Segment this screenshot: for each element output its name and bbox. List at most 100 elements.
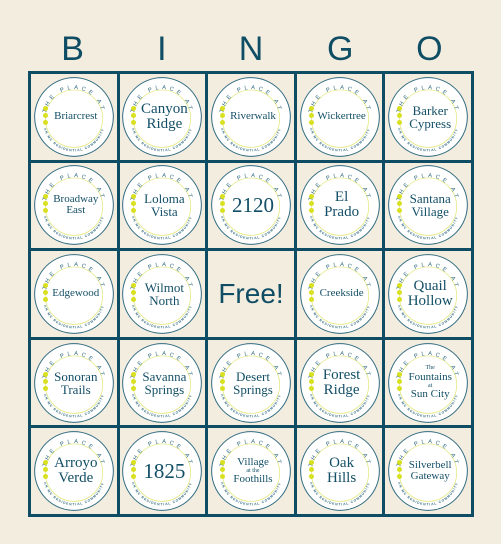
community-name: Creekside [311, 253, 373, 335]
header-letter-b: B [61, 30, 84, 68]
bingo-cell[interactable]: THE PLACE AT AN MC RESIDENTIAL COMMUNITY… [385, 74, 471, 160]
community-logo: THE PLACE AT AN MC RESIDENTIAL COMMUNITY… [299, 342, 381, 424]
community-name: Riverwalk [222, 76, 284, 158]
community-logo: THE PLACE AT AN MC RESIDENTIAL COMMUNITY… [121, 76, 203, 158]
community-name: Forest Ridge [311, 342, 373, 424]
community-name-line: Arroyo [54, 455, 98, 472]
bingo-cell[interactable]: THE PLACE AT AN MC RESIDENTIAL COMMUNITY… [385, 162, 471, 249]
community-name-line: 1825 [143, 458, 186, 483]
community-name-line: Riverwalk [230, 110, 276, 123]
community-name-line: Canyon [141, 100, 188, 117]
community-name-line: Savanna [142, 368, 187, 384]
community-name-line: Forest [322, 366, 361, 383]
community-name-line: Foothills [233, 473, 273, 486]
community-name-line: Ridge [323, 381, 360, 398]
community-name: Desert Springs [222, 342, 284, 424]
community-name-line: Barker [412, 102, 448, 118]
community-logo: THE PLACE AT AN MC RESIDENTIAL COMMUNITY… [387, 430, 469, 512]
community-logo: THE PLACE AT AN MC RESIDENTIAL COMMUNITY… [121, 253, 203, 335]
community-name: Briarcrest [45, 76, 107, 158]
bingo-cell[interactable]: THE PLACE AT AN MC RESIDENTIAL COMMUNITY… [208, 428, 294, 514]
community-name-line: Briarcrest [54, 110, 98, 123]
community-name-line: Oak [329, 455, 355, 472]
community-name: Quail Hollow [399, 253, 461, 335]
community-name: Silverbell Gateway [399, 430, 461, 512]
bingo-cell[interactable]: THE PLACE AT AN MC RESIDENTIAL COMMUNITY… [385, 339, 471, 426]
community-name-line: Prado [324, 204, 360, 221]
free-space-label: Free! [218, 277, 284, 309]
community-logo: THE PLACE AT AN MC RESIDENTIAL COMMUNITY… [387, 164, 469, 246]
community-name: Village at the Foothills [222, 430, 284, 512]
bingo-header: B I N G O [28, 28, 474, 70]
bingo-cell[interactable]: THE PLACE AT AN MC RESIDENTIAL COMMUNITY… [296, 339, 383, 426]
bingo-cell[interactable]: THE PLACE AT AN MC RESIDENTIAL COMMUNITY… [385, 251, 471, 337]
community-name: 2120 [222, 164, 284, 246]
community-name: 1825 [133, 430, 195, 512]
community-name: Wickertree [311, 76, 373, 158]
community-logo: THE PLACE AT AN MC RESIDENTIAL COMMUNITY… [210, 342, 292, 424]
community-name-line: Verde [58, 470, 94, 487]
community-name: El Prado [311, 164, 373, 246]
bingo-cell[interactable]: THE PLACE AT AN MC RESIDENTIAL COMMUNITY… [119, 74, 206, 160]
bingo-cell[interactable]: THE PLACE AT AN MC RESIDENTIAL COMMUNITY… [296, 162, 383, 249]
community-name: Santana Village [399, 164, 461, 246]
community-name-line: Hollow [407, 292, 453, 309]
community-logo: THE PLACE AT AN MC RESIDENTIAL COMMUNITY… [33, 430, 115, 512]
bingo-cell[interactable]: THE PLACE AT AN MC RESIDENTIAL COMMUNITY… [119, 339, 206, 426]
bingo-cell[interactable]: THE PLACE AT AN MC RESIDENTIAL COMMUNITY… [31, 339, 117, 426]
community-name-line: Quail [413, 277, 447, 294]
community-name: Savanna Springs [133, 342, 195, 424]
bingo-cell[interactable]: THE PLACE AT AN MC RESIDENTIAL COMMUNITY… [208, 339, 294, 426]
bingo-cell[interactable]: THE PLACE AT AN MC RESIDENTIAL COMMUNITY… [31, 428, 117, 514]
bingo-cell[interactable]: THE PLACE AT AN MC RESIDENTIAL COMMUNITY… [296, 428, 383, 514]
community-logo: THE PLACE AT AN MC RESIDENTIAL COMMUNITY… [299, 430, 381, 512]
community-name-line: Edgewood [52, 287, 100, 300]
community-name-line: North [149, 292, 180, 308]
bingo-cell[interactable]: THE PLACE AT AN MC RESIDENTIAL COMMUNITY… [296, 251, 383, 337]
community-name-line: Trails [60, 381, 91, 397]
community-name-line: Hills [327, 470, 357, 487]
community-name-line: El [334, 189, 349, 206]
bingo-cell[interactable]: THE PLACE AT AN MC RESIDENTIAL COMMUNITY… [31, 162, 117, 249]
bingo-cell[interactable]: THE PLACE AT AN MC RESIDENTIAL COMMUNITY… [119, 251, 206, 337]
community-logo: THE PLACE AT AN MC RESIDENTIAL COMMUNITY… [387, 253, 469, 335]
bingo-cell[interactable]: THE PLACE AT AN MC RESIDENTIAL COMMUNITY… [208, 162, 294, 249]
community-logo: THE PLACE AT AN MC RESIDENTIAL COMMUNITY… [387, 76, 469, 158]
community-logo: THE PLACE AT AN MC RESIDENTIAL COMMUNITY… [210, 430, 292, 512]
community-name-line: Fountains [408, 370, 452, 383]
community-name-line: Village [411, 204, 449, 220]
community-logo: THE PLACE AT AN MC RESIDENTIAL COMMUNITY… [33, 76, 115, 158]
community-logo: THE PLACE AT AN MC RESIDENTIAL COMMUNITY… [210, 76, 292, 158]
community-logo: THE PLACE AT AN MC RESIDENTIAL COMMUNITY… [299, 164, 381, 246]
community-name-line: Vista [151, 204, 178, 220]
community-logo: THE PLACE AT AN MC RESIDENTIAL COMMUNITY… [33, 164, 115, 246]
community-logo: THE PLACE AT AN MC RESIDENTIAL COMMUNITY… [33, 253, 115, 335]
bingo-cell[interactable]: THE PLACE AT AN MC RESIDENTIAL COMMUNITY… [31, 74, 117, 160]
community-name-line: Creekside [319, 287, 364, 300]
bingo-cell-free[interactable]: Free! [208, 251, 294, 337]
community-logo: THE PLACE AT AN MC RESIDENTIAL COMMUNITY… [387, 342, 469, 424]
community-logo: THE PLACE AT AN MC RESIDENTIAL COMMUNITY… [33, 342, 115, 424]
bingo-cell[interactable]: THE PLACE AT AN MC RESIDENTIAL COMMUNITY… [119, 428, 206, 514]
community-name-line: 2120 [231, 192, 274, 217]
bingo-cell[interactable]: THE PLACE AT AN MC RESIDENTIAL COMMUNITY… [31, 251, 117, 337]
community-name-line: Springs [144, 381, 185, 397]
bingo-board: THE PLACE AT AN MC RESIDENTIAL COMMUNITY… [28, 71, 474, 517]
community-name-line: Sonoran [54, 368, 98, 384]
header-letter-o: O [416, 30, 443, 68]
community-name: Barker Cypress [399, 76, 461, 158]
community-logo: THE PLACE AT AN MC RESIDENTIAL COMMUNITY… [121, 430, 203, 512]
bingo-cell[interactable]: THE PLACE AT AN MC RESIDENTIAL COMMUNITY… [385, 428, 471, 514]
bingo-cell[interactable]: THE PLACE AT AN MC RESIDENTIAL COMMUNITY… [296, 74, 383, 160]
community-name-line: Sun City [410, 388, 450, 401]
bingo-cell[interactable]: THE PLACE AT AN MC RESIDENTIAL COMMUNITY… [208, 74, 294, 160]
community-logo: THE PLACE AT AN MC RESIDENTIAL COMMUNITY… [299, 253, 381, 335]
community-name: Wilmot North [133, 253, 195, 335]
header-letter-n: N [238, 30, 264, 68]
community-name-line: Wickertree [317, 110, 366, 123]
community-name-line: Desert [236, 368, 270, 384]
community-name-line: East [66, 204, 86, 217]
bingo-cell[interactable]: THE PLACE AT AN MC RESIDENTIAL COMMUNITY… [119, 162, 206, 249]
community-logo: THE PLACE AT AN MC RESIDENTIAL COMMUNITY… [121, 164, 203, 246]
community-name-line: Springs [233, 381, 273, 397]
